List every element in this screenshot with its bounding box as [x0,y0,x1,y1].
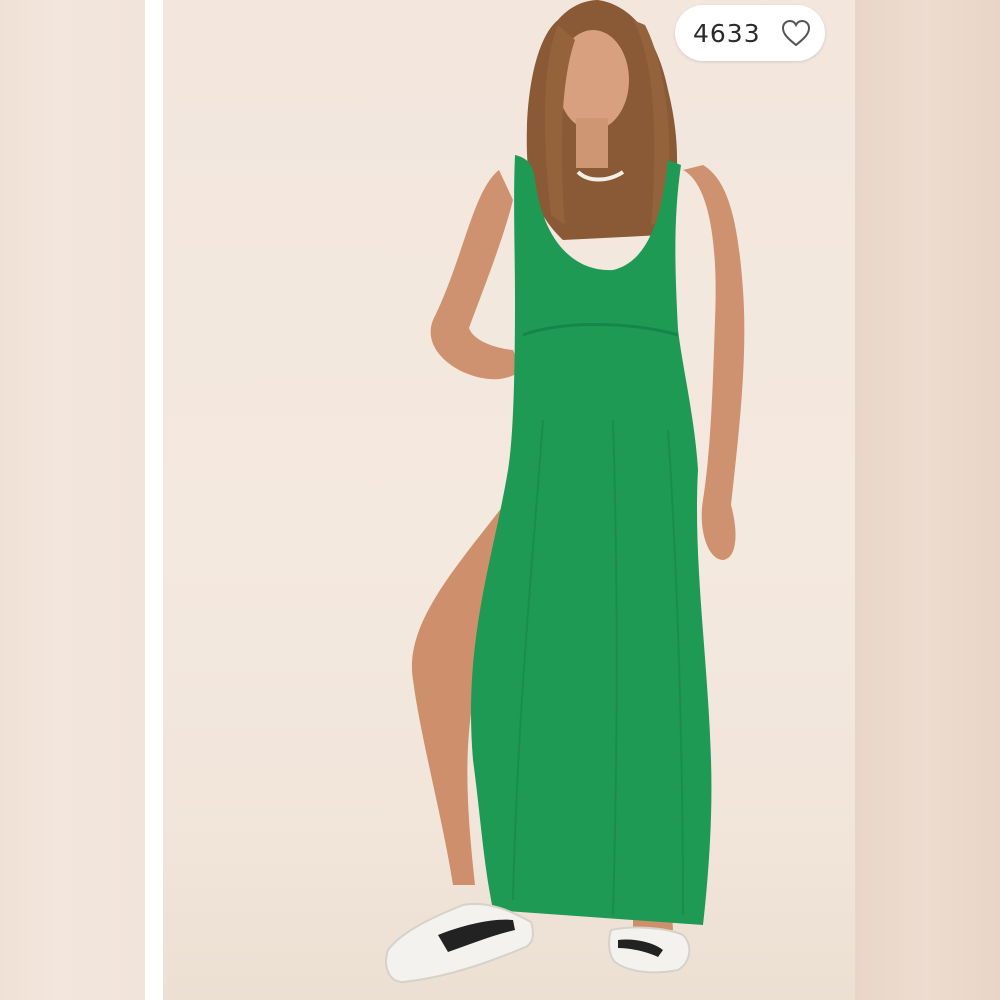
model-illustration [385,0,745,984]
product-photo[interactable] [163,0,855,1000]
like-button[interactable]: 4633 [675,5,825,61]
listing-frame: 4633 [0,0,1000,1000]
panel-divider [145,0,163,1000]
like-count: 4633 [693,18,761,48]
green-dress [471,155,712,925]
neck [576,118,608,168]
left-arm [430,170,521,380]
blurred-side-panel-left [0,0,145,1000]
blurred-side-panel-right [855,0,1000,1000]
heart-outline-icon[interactable] [780,18,812,48]
